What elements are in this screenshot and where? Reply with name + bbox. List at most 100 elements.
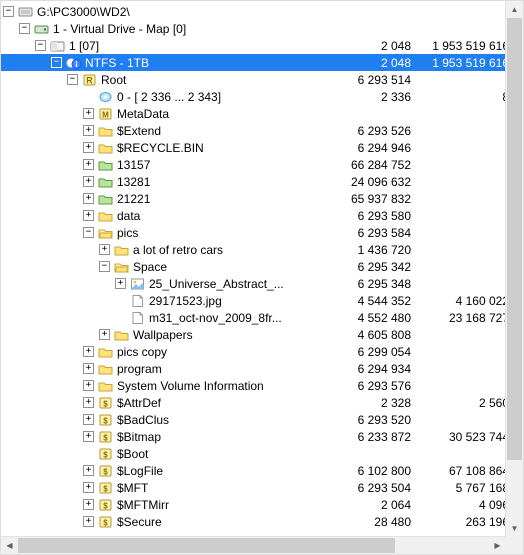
collapse-toggle[interactable]: − [19, 23, 30, 34]
node-label[interactable]: MetaData [117, 107, 175, 121]
tree-row[interactable]: +$RECYCLE.BIN6 294 946 [1, 139, 523, 156]
expand-toggle[interactable]: + [99, 329, 110, 340]
node-label[interactable]: a lot of retro cars [133, 243, 229, 257]
expand-toggle[interactable]: + [83, 516, 94, 527]
node-label[interactable]: pics copy [117, 345, 173, 359]
collapse-toggle[interactable]: − [99, 261, 110, 272]
vertical-scroll-track[interactable] [506, 18, 523, 520]
expand-toggle[interactable]: + [83, 499, 94, 510]
node-label[interactable]: $Secure [117, 515, 168, 529]
collapse-toggle[interactable]: − [3, 6, 14, 17]
node-label[interactable]: $MFT [117, 481, 154, 495]
node-label[interactable]: 13281 [117, 175, 156, 189]
horizontal-scrollbar[interactable]: ◀ ▶ [1, 536, 506, 554]
expand-toggle[interactable]: + [83, 108, 94, 119]
node-label[interactable]: $MFTMirr [117, 498, 175, 512]
tree-row[interactable]: −1 [07]2 0481 953 519 616 [1, 37, 523, 54]
expand-toggle[interactable]: + [83, 193, 94, 204]
horizontal-scroll-track[interactable] [18, 537, 489, 554]
expand-toggle[interactable]: + [83, 397, 94, 408]
node-label[interactable]: 1 [07] [69, 39, 105, 53]
node-label[interactable]: 29171523.jpg [149, 294, 228, 308]
expand-toggle[interactable]: + [83, 210, 94, 221]
expand-toggle[interactable]: + [83, 176, 94, 187]
tree-row[interactable]: +2122165 937 832 [1, 190, 523, 207]
scroll-up-button[interactable]: ▲ [506, 1, 523, 18]
tree-row[interactable]: − G:\PC3000\WD2\ [1, 3, 523, 20]
tree-row[interactable]: −iNTFS - 1TB2 0481 953 519 616 [1, 54, 523, 71]
node-label[interactable]: 21221 [117, 192, 156, 206]
tree-row[interactable]: +$$Secure28 480263 196 [1, 513, 523, 530]
expand-toggle[interactable]: + [83, 125, 94, 136]
node-label[interactable]: 25_Universe_Abstract_... [149, 277, 290, 291]
tree-row[interactable]: −Space6 295 342 [1, 258, 523, 275]
node-label[interactable]: $Boot [117, 447, 154, 461]
expand-toggle[interactable]: + [83, 142, 94, 153]
tree-row[interactable]: 29171523.jpg4 544 3524 160 022 [1, 292, 523, 309]
tree-row[interactable]: − 1 - Virtual Drive - Map [0] [1, 20, 523, 37]
node-label[interactable]: 13157 [117, 158, 156, 172]
expand-toggle[interactable]: + [115, 278, 126, 289]
node-label[interactable]: $BadClus [117, 413, 175, 427]
tree-row[interactable]: +Wallpapers4 605 808 [1, 326, 523, 343]
tree-row[interactable]: +MMetaData [1, 105, 523, 122]
vertical-scroll-thumb[interactable] [507, 18, 522, 460]
tree-row[interactable]: +$$MFTMirr2 0644 096 [1, 496, 523, 513]
node-label[interactable]: $Bitmap [117, 430, 167, 444]
tree-row[interactable]: +$$Bitmap6 233 87230 523 744 [1, 428, 523, 445]
expand-toggle[interactable]: + [83, 465, 94, 476]
expand-toggle[interactable]: + [83, 431, 94, 442]
tree-row[interactable]: +pics copy6 299 054 [1, 343, 523, 360]
tree-row[interactable]: +$$BadClus6 293 520 [1, 411, 523, 428]
expand-toggle[interactable]: + [99, 244, 110, 255]
collapse-toggle[interactable]: − [35, 40, 46, 51]
expand-toggle[interactable]: + [83, 414, 94, 425]
node-label[interactable]: 0 - [ 2 336 ... 2 343] [117, 90, 227, 104]
tree-row[interactable]: $$Boot [1, 445, 523, 462]
directory-tree[interactable]: −G:\PC3000\WD2\−1 - Virtual Drive - Map … [1, 1, 523, 530]
tree-row[interactable]: −pics6 293 584 [1, 224, 523, 241]
tree-row[interactable]: −RRoot6 293 514 [1, 71, 523, 88]
tree-row[interactable]: +1328124 096 632 [1, 173, 523, 190]
expand-toggle[interactable]: + [83, 159, 94, 170]
scroll-down-button[interactable]: ▼ [506, 520, 523, 537]
node-label[interactable]: $RECYCLE.BIN [117, 141, 210, 155]
node-label[interactable]: data [117, 209, 146, 223]
node-label[interactable]: $Extend [117, 124, 167, 138]
node-label[interactable]: NTFS - 1TB [85, 56, 155, 70]
node-label[interactable]: System Volume Information [117, 379, 270, 393]
tree-row[interactable]: +$Extend6 293 526 [1, 122, 523, 139]
node-label[interactable]: Space [133, 260, 173, 274]
tree-row[interactable]: +$$MFT6 293 5045 767 168 [1, 479, 523, 496]
scroll-right-button[interactable]: ▶ [489, 537, 506, 554]
node-label[interactable]: pics [117, 226, 144, 240]
tree-row[interactable]: +System Volume Information6 293 576 [1, 377, 523, 394]
node-label[interactable]: Wallpapers [133, 328, 199, 342]
tree-row[interactable]: 0 - [ 2 336 ... 2 343]2 3368 [1, 88, 523, 105]
expand-toggle[interactable]: + [83, 380, 94, 391]
tree-row[interactable]: +$$AttrDef2 3282 560 [1, 394, 523, 411]
tree-row[interactable]: +program6 294 934 [1, 360, 523, 377]
tree-row[interactable]: m31_oct-nov_2009_8fr...4 552 48023 168 7… [1, 309, 523, 326]
node-label[interactable]: program [117, 362, 168, 376]
tree-row[interactable]: +$$LogFile6 102 80067 108 864 [1, 462, 523, 479]
node-label[interactable]: 1 - Virtual Drive - Map [0] [53, 22, 192, 36]
collapse-toggle[interactable]: − [51, 57, 62, 68]
tree-row[interactable]: +data6 293 580 [1, 207, 523, 224]
horizontal-scroll-thumb[interactable] [18, 538, 395, 553]
collapse-toggle[interactable]: − [83, 227, 94, 238]
tree-row[interactable]: +a lot of retro cars1 436 720 [1, 241, 523, 258]
expand-toggle[interactable]: + [83, 346, 94, 357]
node-label[interactable]: $LogFile [117, 464, 169, 478]
tree-row[interactable]: +25_Universe_Abstract_...6 295 348 [1, 275, 523, 292]
tree-row[interactable]: +1315766 284 752 [1, 156, 523, 173]
expand-toggle[interactable]: + [83, 482, 94, 493]
collapse-toggle[interactable]: − [67, 74, 78, 85]
scroll-left-button[interactable]: ◀ [1, 537, 18, 554]
node-label[interactable]: G:\PC3000\WD2\ [37, 5, 136, 19]
vertical-scrollbar[interactable]: ▲ ▼ [505, 1, 523, 537]
node-label[interactable]: m31_oct-nov_2009_8fr... [149, 311, 288, 325]
node-label[interactable]: Root [101, 73, 132, 87]
expand-toggle[interactable]: + [83, 363, 94, 374]
node-label[interactable]: $AttrDef [117, 396, 167, 410]
